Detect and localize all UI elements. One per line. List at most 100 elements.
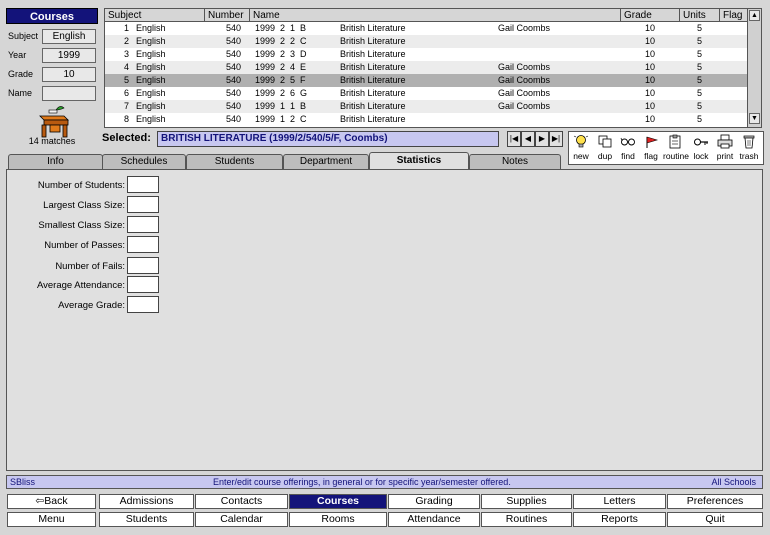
lock-button[interactable]: lock: [689, 134, 713, 164]
table-row[interactable]: 3 English 540 1999 2 3 D British Literat…: [105, 48, 747, 61]
reports-button[interactable]: Reports: [573, 512, 666, 527]
row-teacher: Gail Coombs: [498, 62, 551, 72]
table-header: Subject Number Name Grade Units Flag: [105, 9, 747, 22]
calendar-button[interactable]: Calendar: [195, 512, 288, 527]
tab-students[interactable]: Students: [186, 154, 283, 169]
new-label: new: [573, 151, 589, 161]
menu-button[interactable]: Menu: [7, 512, 96, 527]
col-name[interactable]: Name: [250, 9, 621, 22]
lightbulb-icon: [573, 135, 589, 148]
back-button[interactable]: ⇦Back: [7, 494, 96, 509]
year-field[interactable]: 1999: [42, 48, 96, 63]
smallest-class-size-field[interactable]: [127, 216, 159, 233]
average-grade-field[interactable]: [127, 296, 159, 313]
table-row[interactable]: 7 English 540 1999 1 1 B British Literat…: [105, 100, 747, 113]
dup-button[interactable]: dup: [593, 134, 617, 164]
match-count: 14 matches: [28, 136, 76, 146]
tab-notes[interactable]: Notes: [469, 154, 561, 169]
row-subject: English: [136, 114, 166, 124]
supplies-button[interactable]: Supplies: [481, 494, 572, 509]
row-index: 8: [123, 114, 129, 124]
col-grade[interactable]: Grade: [621, 9, 680, 22]
row-units: 5: [697, 62, 703, 72]
row-subject: English: [136, 62, 166, 72]
tab-statistics[interactable]: Statistics: [369, 152, 469, 169]
desk-icon[interactable]: [34, 104, 70, 138]
number-of-passes-field[interactable]: [127, 236, 159, 253]
printer-icon: [717, 134, 733, 149]
row-number: 540: [225, 62, 241, 72]
routine-button[interactable]: routine: [663, 134, 689, 164]
row-number: 540: [225, 101, 241, 111]
flag-label: flag: [644, 151, 658, 161]
filter-subject: Subject English: [6, 28, 98, 45]
last-record-icon[interactable]: ▶|: [549, 131, 563, 147]
col-units[interactable]: Units: [680, 9, 720, 22]
table-row[interactable]: 8 English 540 1999 1 2 C British Literat…: [105, 113, 747, 126]
average-attendance-field[interactable]: [127, 276, 159, 293]
attendance-button[interactable]: Attendance: [388, 512, 480, 527]
prev-record-icon[interactable]: ◀: [521, 131, 535, 147]
row-grade: 10: [645, 62, 656, 72]
next-record-icon[interactable]: ▶: [535, 131, 549, 147]
contacts-button[interactable]: Contacts: [195, 494, 288, 509]
scroll-down-icon[interactable]: ▼: [749, 113, 760, 124]
scroll-up-icon[interactable]: ▲: [749, 10, 760, 21]
panel-title: Courses: [6, 8, 98, 24]
table-scrollbar[interactable]: ▲ ▼: [747, 9, 761, 127]
row-teacher: Gail Coombs: [498, 23, 551, 33]
status-message: Enter/edit course offerings, in general …: [213, 477, 511, 487]
letters-button[interactable]: Letters: [573, 494, 666, 509]
row-name: British Literature: [340, 23, 406, 33]
number-of-students-field[interactable]: [127, 176, 159, 193]
selected-record-field: BRITISH LITERATURE (1999/2/540/5/F, Coom…: [157, 131, 499, 147]
col-flag[interactable]: Flag: [720, 9, 747, 22]
tab-schedules[interactable]: Schedules: [102, 154, 186, 169]
largest-class-size-field[interactable]: [127, 196, 159, 213]
table-row[interactable]: 1 English 540 1999 2 1 B British Literat…: [105, 22, 747, 35]
table-row[interactable]: 6 English 540 1999 2 6 G British Literat…: [105, 87, 747, 100]
row-index: 6: [123, 88, 129, 98]
grading-button[interactable]: Grading: [388, 494, 480, 509]
preferences-button[interactable]: Preferences: [667, 494, 763, 509]
table-row[interactable]: 2 English 540 1999 2 2 C British Literat…: [105, 35, 747, 48]
largest-class-size-label: Largest Class Size:: [43, 200, 125, 211]
trash-button[interactable]: trash: [737, 134, 761, 164]
subject-field[interactable]: English: [42, 29, 96, 44]
print-button[interactable]: print: [713, 134, 737, 164]
routines-button[interactable]: Routines: [481, 512, 572, 527]
tab-department[interactable]: Department: [283, 154, 369, 169]
status-school: All Schools: [711, 477, 756, 487]
print-label: print: [716, 151, 734, 161]
rooms-button[interactable]: Rooms: [289, 512, 387, 527]
students-button[interactable]: Students: [99, 512, 194, 527]
new-button[interactable]: new: [569, 134, 593, 164]
courses-button[interactable]: Courses: [289, 494, 387, 509]
filter-name: Name: [6, 85, 98, 102]
number-of-fails-field[interactable]: [127, 257, 159, 274]
find-button[interactable]: find: [616, 134, 640, 164]
row-units: 5: [697, 114, 703, 124]
row-grade: 10: [645, 101, 656, 111]
grade-field[interactable]: 10: [42, 67, 96, 82]
row-index: 1: [123, 23, 129, 33]
table-row[interactable]: 4 English 540 1999 2 4 E British Literat…: [105, 61, 747, 74]
filter-grade: Grade 10: [6, 66, 98, 83]
admissions-button[interactable]: Admissions: [99, 494, 194, 509]
flag-button[interactable]: flag: [639, 134, 663, 164]
table-row-selected[interactable]: 5 English 540 1999 2 5 F British Literat…: [105, 74, 747, 87]
row-teacher: Gail Coombs: [498, 101, 551, 111]
quit-button[interactable]: Quit: [667, 512, 763, 527]
name-field[interactable]: [42, 86, 96, 101]
row-code: 1999 2 2 C: [255, 36, 307, 46]
row-code: 1999 1 2 C: [255, 114, 307, 124]
row-subject: English: [136, 88, 166, 98]
row-index: 2: [123, 36, 129, 46]
tab-info[interactable]: Info: [8, 154, 103, 169]
first-record-icon[interactable]: |◀: [507, 131, 521, 147]
row-units: 5: [697, 49, 703, 59]
trash-label: trash: [739, 151, 759, 161]
col-subject[interactable]: Subject: [105, 9, 205, 22]
col-number[interactable]: Number: [205, 9, 250, 22]
row-name: British Literature: [340, 36, 406, 46]
